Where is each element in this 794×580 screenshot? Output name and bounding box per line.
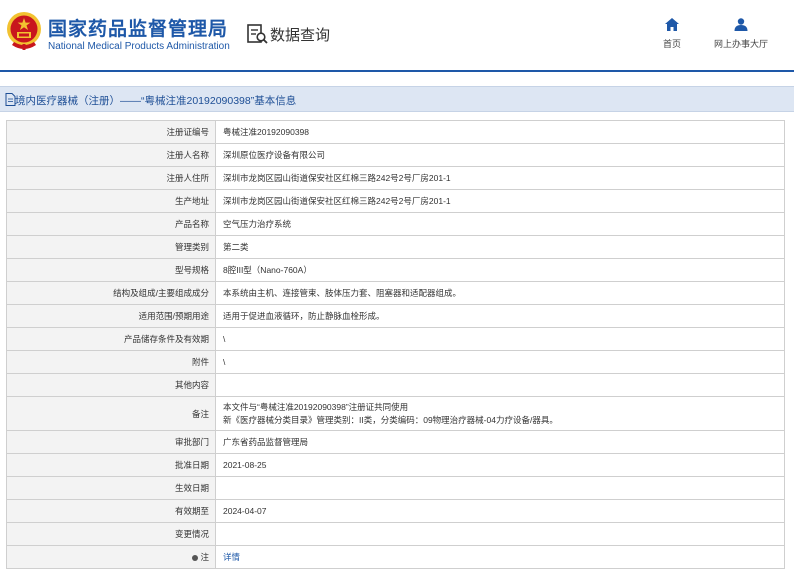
table-row: 生产地址 深圳市龙岗区园山街道保安社区红棉三路242号2号厂房201-1 xyxy=(6,189,785,213)
table-row: 结构及组成/主要组成成分 本系统由主机、连接管束、肢体压力套、阻塞器和适配器组成… xyxy=(6,281,785,305)
record-title: 境内医疗器械（注册）——“粤械注准20192090398”基本信息 xyxy=(15,95,297,107)
header-divider xyxy=(0,70,794,72)
row-value: 本文件与“粤械注准20192090398”注册证共同使用 新《医疗器械分类目录》… xyxy=(215,396,785,431)
row-label: 其他内容 xyxy=(6,373,216,397)
registration-detail-table: 注册证编号 粤械注准20192090398 注册人名称 深圳原位医疗设备有限公司… xyxy=(6,120,785,569)
row-value xyxy=(215,522,785,546)
row-label: 有效期至 xyxy=(6,499,216,523)
table-row: 其他内容 xyxy=(6,373,785,397)
row-label: 型号规格 xyxy=(6,258,216,282)
row-label: 备注 xyxy=(6,396,216,431)
row-label: 审批部门 xyxy=(6,430,216,454)
table-row: 产品储存条件及有效期 \ xyxy=(6,327,785,351)
nav-home-label: 首页 xyxy=(662,39,681,49)
table-row: 有效期至 2024-04-07 xyxy=(6,499,785,523)
row-label: 附件 xyxy=(6,350,216,374)
row-label: 生产地址 xyxy=(6,189,216,213)
row-value: \ xyxy=(215,327,785,351)
row-value: 本系统由主机、连接管束、肢体压力套、阻塞器和适配器组成。 xyxy=(215,281,785,305)
row-value xyxy=(215,373,785,397)
row-value: 粤械注准20192090398 xyxy=(215,120,785,144)
table-row: 注册人住所 深圳市龙岗区园山街道保安社区红棉三路242号2号厂房201-1 xyxy=(6,166,785,190)
row-label: 生效日期 xyxy=(6,476,216,500)
table-row: 变更情况 xyxy=(6,522,785,546)
table-row: 管理类别 第二类 xyxy=(6,235,785,259)
row-label: 注册人名称 xyxy=(6,143,216,167)
row-value: 深圳市龙岗区园山街道保安社区红棉三路242号2号厂房201-1 xyxy=(215,189,785,213)
remark-line-2: 新《医疗器械分类目录》管理类别：II类，分类编码：09物理治疗器械-04力疗设备… xyxy=(223,414,558,425)
record-title-bar: 境内医疗器械（注册）——“粤械注准20192090398”基本信息 xyxy=(0,86,794,112)
row-label: 注 xyxy=(6,545,216,569)
table-row: 审批部门 广东省药品监督管理局 xyxy=(6,430,785,454)
row-value: 2021-08-25 xyxy=(215,453,785,477)
remark-line-1: 本文件与“粤械注准20192090398”注册证共同使用 xyxy=(223,401,409,412)
site-header: 国家药品监督管理局 National Medical Products Admi… xyxy=(0,0,794,70)
home-icon xyxy=(665,18,679,31)
data-query-icon xyxy=(247,24,268,44)
row-label: 产品名称 xyxy=(6,212,216,236)
row-label: 结构及组成/主要组成成分 xyxy=(6,281,216,305)
row-value: 8腔III型（Nano-760A） xyxy=(215,258,785,282)
row-value: 第二类 xyxy=(215,235,785,259)
table-row: 备注 本文件与“粤械注准20192090398”注册证共同使用 新《医疗器械分类… xyxy=(6,396,785,431)
row-value: 深圳市龙岗区园山街道保安社区红棉三路242号2号厂房201-1 xyxy=(215,166,785,190)
pin-icon xyxy=(192,554,199,561)
row-value xyxy=(215,476,785,500)
nav-service-hall-label: 网上办事大厅 xyxy=(713,39,768,49)
table-row: 注 详情 xyxy=(6,545,785,569)
row-value: 空气压力治疗系统 xyxy=(215,212,785,236)
detail-link[interactable]: 详情 xyxy=(223,552,240,562)
user-icon xyxy=(734,18,748,31)
row-value: 广东省药品监督管理局 xyxy=(215,430,785,454)
nav-home-button[interactable]: 首页 xyxy=(652,18,692,58)
national-emblem-icon xyxy=(7,12,41,50)
note-label: 注 xyxy=(200,552,209,562)
row-label: 注册证编号 xyxy=(6,120,216,144)
row-value: 2024-04-07 xyxy=(215,499,785,523)
row-value: 深圳原位医疗设备有限公司 xyxy=(215,143,785,167)
table-row: 适用范围/预期用途 适用于促进血液循环，防止静脉血栓形成。 xyxy=(6,304,785,328)
row-label: 管理类别 xyxy=(6,235,216,259)
row-label: 批准日期 xyxy=(6,453,216,477)
row-label: 注册人住所 xyxy=(6,166,216,190)
row-value: 详情 xyxy=(215,545,785,569)
table-row: 生效日期 xyxy=(6,476,785,500)
row-label: 适用范围/预期用途 xyxy=(6,304,216,328)
brand-name-en: National Medical Products Administration xyxy=(48,41,230,52)
brand-name-cn: 国家药品监督管理局 xyxy=(48,19,229,40)
nav-service-hall-button[interactable]: 网上办事大厅 xyxy=(706,18,776,58)
table-row: 注册人名称 深圳原位医疗设备有限公司 xyxy=(6,143,785,167)
table-row: 产品名称 空气压力治疗系统 xyxy=(6,212,785,236)
section-title: 数据查询 xyxy=(270,27,331,44)
table-row: 型号规格 8腔III型（Nano-760A） xyxy=(6,258,785,282)
table-row: 批准日期 2021-08-25 xyxy=(6,453,785,477)
row-value: \ xyxy=(215,350,785,374)
table-row: 注册证编号 粤械注准20192090398 xyxy=(6,120,785,144)
row-label: 变更情况 xyxy=(6,522,216,546)
row-label: 产品储存条件及有效期 xyxy=(6,327,216,351)
row-value: 适用于促进血液循环，防止静脉血栓形成。 xyxy=(215,304,785,328)
table-row: 附件 \ xyxy=(6,350,785,374)
